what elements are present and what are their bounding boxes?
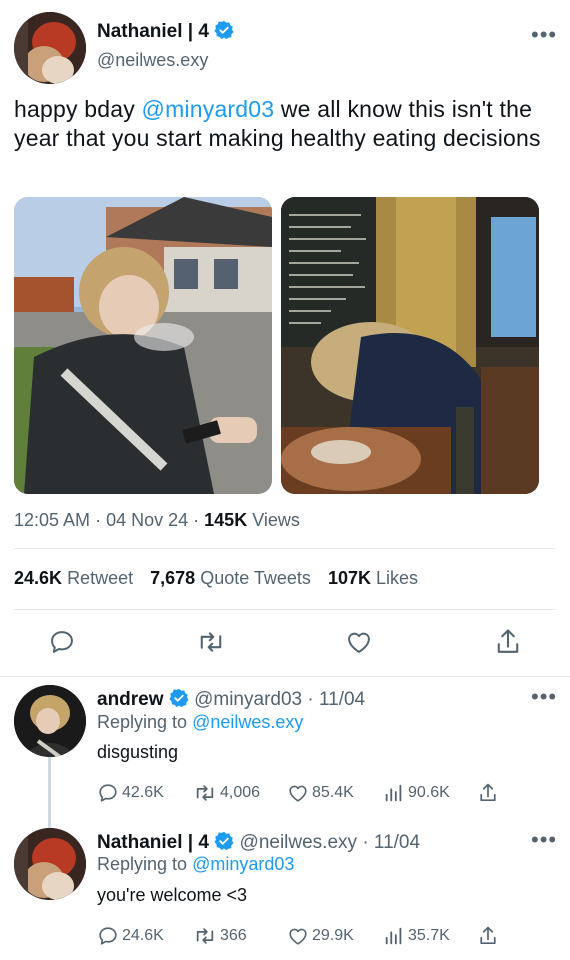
share-icon	[480, 783, 496, 802]
like-button[interactable]	[345, 628, 373, 656]
reply-avatar[interactable]	[14, 828, 86, 900]
reply-share-button[interactable]	[477, 925, 502, 947]
views-count: 145K	[204, 510, 248, 530]
replying-to-line: Replying to @minyard03	[97, 854, 294, 875]
comment-count: 24.6K	[122, 927, 164, 944]
tweet-mention-link[interactable]: @minyard03	[142, 96, 275, 122]
meta-separator: ·	[193, 510, 205, 530]
likes-label: Likes	[375, 568, 419, 588]
retweet-button[interactable]	[196, 628, 226, 656]
meta-separator: ·	[307, 689, 314, 710]
meta-separator: ·	[362, 832, 369, 853]
author-name[interactable]: Nathaniel | 4	[97, 21, 209, 42]
replying-to-handle[interactable]: @neilwes.exy	[192, 712, 303, 732]
reply-date[interactable]: 11/04	[319, 689, 365, 710]
verified-badge-icon	[214, 831, 234, 851]
views-icon	[385, 784, 402, 802]
reply-share-button[interactable]	[477, 782, 502, 804]
avatar-image	[14, 685, 86, 757]
heart-icon	[289, 928, 307, 945]
like-count: 85.4K	[312, 784, 354, 801]
reply-retweet-button[interactable]: 4,006	[193, 782, 260, 804]
tweet-text: happy bday @minyard03 we all know this i…	[14, 95, 559, 153]
likes-count: 107K	[327, 568, 371, 588]
share-icon	[497, 629, 519, 653]
views-count: 90.6K	[408, 784, 450, 801]
tweet-photo-2[interactable]	[281, 197, 539, 494]
quotes-count: 7,678	[150, 568, 196, 588]
divider	[0, 676, 570, 677]
tweet-text-start: happy bday	[14, 96, 142, 122]
tweet-date[interactable]: 04 Nov 24	[106, 510, 188, 530]
tweet-time[interactable]: 12:05 AM	[14, 510, 90, 530]
verified-badge-icon	[214, 20, 234, 40]
quotes-stat[interactable]: 7,678 Quote Tweets	[150, 568, 316, 588]
photo-outdoor-image	[14, 197, 272, 494]
engagement-stats: 24.6K Retweet 7,678 Quote Tweets 107K Li…	[14, 568, 418, 589]
thread-line	[48, 756, 51, 828]
author-name-row: Nathaniel | 4	[97, 20, 234, 43]
more-options-icon[interactable]: •••	[531, 829, 557, 851]
replying-to-handle[interactable]: @minyard03	[192, 854, 294, 874]
likes-stat[interactable]: 107K Likes	[328, 568, 418, 588]
heart-icon	[289, 785, 307, 802]
reply-retweet-button[interactable]: 366	[193, 925, 247, 947]
views-icon	[385, 927, 402, 945]
share-button[interactable]	[494, 627, 522, 657]
reply-like-button[interactable]: 29.9K	[287, 925, 354, 947]
retweet-icon	[196, 785, 214, 801]
retweet-icon	[200, 632, 222, 652]
reply-icon	[99, 784, 117, 802]
replying-to-label: Replying to	[97, 854, 188, 874]
retweets-count: 24.6K	[14, 568, 63, 588]
reply-header: andrew @minyard03 · 11/04	[97, 688, 365, 711]
tweet-meta: 12:05 AM · 04 Nov 24 · 145K Views	[14, 510, 300, 531]
reply-comment-button[interactable]: 24.6K	[97, 925, 164, 947]
replying-to-line: Replying to @neilwes.exy	[97, 712, 303, 733]
reply-icon	[51, 631, 73, 653]
meta-separator: ·	[95, 510, 107, 530]
avatar-image	[14, 12, 86, 84]
share-icon	[480, 926, 496, 945]
reply-handle[interactable]: @neilwes.exy	[240, 832, 358, 853]
reply-date[interactable]: 11/04	[374, 832, 420, 853]
retweet-count: 4,006	[220, 784, 261, 801]
retweet-icon	[196, 928, 214, 944]
verified-badge-icon	[169, 688, 189, 708]
avatar-image	[14, 828, 86, 900]
retweet-count: 366	[220, 927, 247, 944]
quotes-label: Quote Tweets	[200, 568, 311, 588]
reply-like-button[interactable]: 85.4K	[287, 782, 354, 804]
author-avatar[interactable]	[14, 12, 86, 84]
replying-to-label: Replying to	[97, 712, 188, 732]
reply-text: disgusting	[97, 742, 179, 762]
retweets-stat[interactable]: 24.6K Retweet	[14, 568, 138, 588]
more-options-icon[interactable]: •••	[531, 24, 557, 46]
reply-author-name[interactable]: Nathaniel | 4	[97, 832, 209, 853]
views-label: Views	[252, 510, 300, 530]
reply-icon	[99, 927, 117, 945]
reply-text: you're welcome <3	[97, 885, 248, 905]
more-options-icon[interactable]: •••	[531, 686, 557, 708]
divider	[14, 609, 556, 610]
divider	[14, 548, 556, 549]
reply-views-button[interactable]: 90.6K	[383, 782, 450, 804]
tweet-photo-1[interactable]	[14, 197, 272, 494]
reply-avatar[interactable]	[14, 685, 86, 757]
heart-icon	[348, 632, 370, 653]
photo-restaurant-image	[281, 197, 539, 494]
reply-button[interactable]	[48, 628, 76, 656]
reply-header: Nathaniel | 4 @neilwes.exy · 11/04	[97, 831, 420, 854]
reply-comment-button[interactable]: 42.6K	[97, 782, 164, 804]
author-handle[interactable]: @neilwes.exy	[97, 50, 208, 71]
retweets-label: Retweet	[67, 568, 134, 588]
reply-handle[interactable]: @minyard03	[194, 689, 302, 710]
comment-count: 42.6K	[122, 784, 164, 801]
reply-views-button[interactable]: 35.7K	[383, 925, 450, 947]
reply-author-name[interactable]: andrew	[97, 689, 164, 710]
views-count: 35.7K	[408, 927, 450, 944]
like-count: 29.9K	[312, 927, 354, 944]
